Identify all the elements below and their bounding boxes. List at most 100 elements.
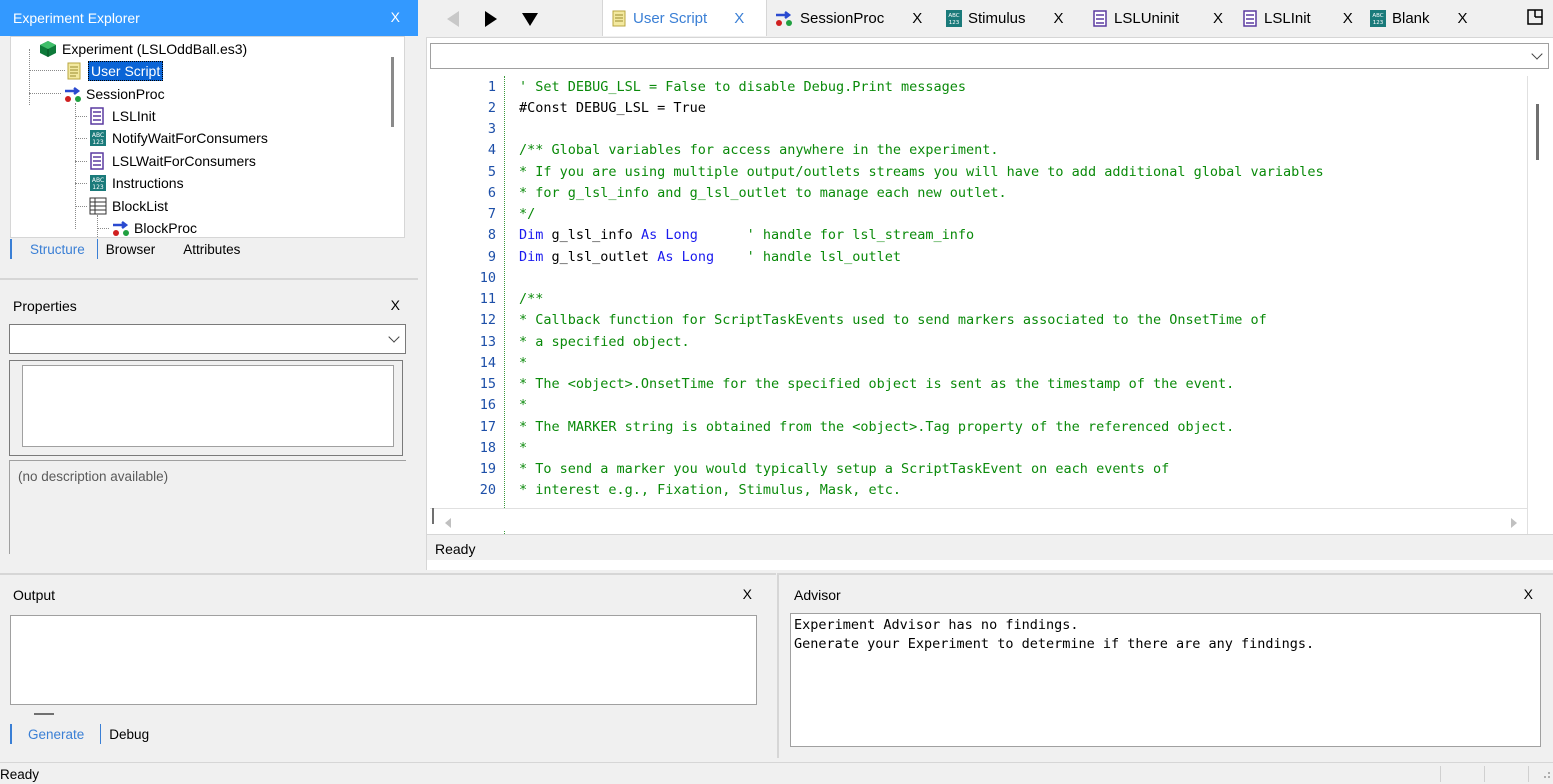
tree-item-label: Instructions [112,175,184,191]
code-token: g_lsl_outlet [543,248,658,265]
scrollbar-thumb[interactable] [432,508,434,524]
tree-connector [29,93,61,94]
scrollbar-thumb[interactable] [1536,104,1539,160]
code-line[interactable]: 4 /** Global variables for access anywher… [430,140,999,161]
svg-text:123: 123 [92,139,104,146]
properties-close-button[interactable]: X [391,297,400,313]
code-token: * [519,354,528,371]
code-line[interactable]: 1 ' Set DEBUG_LSL = False to disable Debu… [430,76,966,97]
tree-item-label: BlockProc [134,220,198,236]
tab-user-script[interactable]: User Script X [602,0,767,36]
output-scrollbar-thumb[interactable] [34,713,54,715]
code-token: Dim [519,248,544,265]
scroll-left-icon[interactable] [444,515,452,531]
tab-close-button[interactable]: X [912,10,922,27]
line-number: 11 [479,291,496,307]
resize-grip-icon[interactable] [1541,767,1551,782]
code-line[interactable]: 15 * The <object>.OnsetTime for the speci… [430,374,1235,395]
output-close-button[interactable]: X [743,586,752,602]
tree-item-blocklist[interactable]: BlockList [89,195,168,217]
tree-item-label: SessionProc [86,86,165,102]
code-line[interactable]: 20 * interest e.g., Fixation, Stimulus, M… [430,480,901,501]
tab-sessionproc[interactable]: SessionProc X [766,0,922,36]
tab-debug[interactable]: Debug [100,724,161,744]
line-number: 7 [487,206,496,222]
code-line[interactable]: 6 * for g_lsl_info and g_lsl_outlet to ma… [430,182,1007,203]
script-editor-pane: 1 ' Set DEBUG_LSL = False to disable Debu… [426,38,1553,570]
code-line[interactable]: 2 #Const DEBUG_LSL = True [430,97,706,118]
tab-close-button[interactable]: X [1458,10,1468,27]
code-line[interactable]: 7 */ [430,204,535,225]
property-description: (no description available) [9,460,406,554]
code-line[interactable]: 5 * If you are using multiple output/outl… [430,161,1324,182]
tree-item-lslwaitforconsumers[interactable]: LSLWaitForConsumers [89,150,256,172]
code-line[interactable]: 17 * The MARKER string is obtained from t… [430,416,1235,437]
scroll-right-icon[interactable] [1510,515,1518,531]
tab-close-button[interactable]: X [1054,10,1064,27]
back-arrow-icon[interactable] [443,9,463,29]
output-pane: Output X Generate Debug [0,573,776,758]
svg-text:ABC: ABC [92,132,104,139]
tab-list-dropdown-icon[interactable] [520,9,540,29]
experiment-tree[interactable]: Experiment (LSLOddBall.es3) User Script … [10,36,405,238]
explorer-close-button[interactable]: X [391,9,400,25]
editor-horizontal-scrollbar[interactable] [430,508,1527,530]
tree-connector [75,183,87,184]
advisor-title: Advisor [794,587,841,603]
tree-item-lslinit[interactable]: LSLInit [89,105,156,127]
tree-item-sessionproc[interactable]: SessionProc [63,83,165,105]
tree-item-notifywaitforconsumers[interactable]: ABC 123 NotifyWaitForConsumers [89,127,268,149]
code-line[interactable]: 14 * [430,352,527,373]
property-grid[interactable] [9,360,403,456]
line-number: 8 [487,227,496,244]
editor-vertical-scrollbar[interactable] [1527,76,1549,546]
code-token: /** Global variables for access anywhere… [519,142,999,159]
code-line[interactable]: 10 [430,267,519,288]
line-number: 17 [479,418,496,435]
tab-close-button[interactable]: X [1343,10,1353,27]
window-layout-icon[interactable] [1526,8,1546,28]
advisor-close-button[interactable]: X [1524,586,1533,602]
tree-item-blockproc[interactable]: BlockProc [111,217,198,237]
status-divider [1484,766,1485,782]
tab-blank[interactable]: ABC 123 Blank X [1362,0,1468,36]
tab-stimulus[interactable]: ABC 123 Stimulus X [938,0,1064,36]
forward-arrow-icon[interactable] [481,9,501,29]
code-line[interactable]: 16 * [430,395,527,416]
code-text: * The <object>.OnsetTime for the specifi… [500,376,1234,392]
code-line[interactable]: 18 * [430,437,527,458]
tree-scrollbar[interactable] [391,57,394,127]
code-line[interactable]: 3 [430,119,519,140]
tab-close-button[interactable]: X [734,10,744,27]
tree-item-experiment[interactable]: Experiment (LSLOddBall.es3) [39,38,247,60]
properties-title: Properties [13,298,77,314]
tab-attributes[interactable]: Attributes [167,239,252,259]
code-text: /** [500,291,543,307]
tree-item-label: User Script [88,61,164,81]
properties-object-select[interactable] [9,324,406,354]
code-line[interactable]: 9 Dim g_lsl_outlet As Long ' handle lsl_o… [430,246,901,267]
tab-structure[interactable]: Structure [10,239,97,259]
code-line[interactable]: 12 * Callback function for ScriptTaskEven… [430,310,1267,331]
line-number: 1 [487,78,496,95]
tab-lsluninit[interactable]: LSLUninit X [1084,0,1223,36]
tree-item-label: LSLWaitForConsumers [112,153,256,169]
inline-script-icon [89,152,107,170]
tab-browser[interactable]: Browser [96,239,168,259]
procedure-icon [774,10,794,27]
output-text[interactable] [10,615,757,705]
procedure-select[interactable] [430,43,1549,69]
code-token: * [519,397,528,414]
tab-close-button[interactable]: X [1213,10,1223,27]
tree-item-label: LSLInit [112,108,156,124]
tree-item-instructions[interactable]: ABC 123 Instructions [89,172,184,194]
code-line[interactable]: 11 /** [430,289,544,310]
code-line[interactable]: 19 * To send a marker you would typically… [430,459,1169,480]
code-line[interactable]: 13 * a specified object. [430,331,690,352]
tab-label: LSLInit [1264,9,1311,27]
tab-generate[interactable]: Generate [10,724,100,744]
code-line[interactable]: 8 Dim g_lsl_info As Long ' handle for lsl… [430,225,974,246]
tab-lslinit[interactable]: LSLInit X [1234,0,1353,36]
tree-item-user-script[interactable]: User Script [65,60,164,82]
code-editor[interactable]: 1 ' Set DEBUG_LSL = False to disable Debu… [430,76,1527,546]
